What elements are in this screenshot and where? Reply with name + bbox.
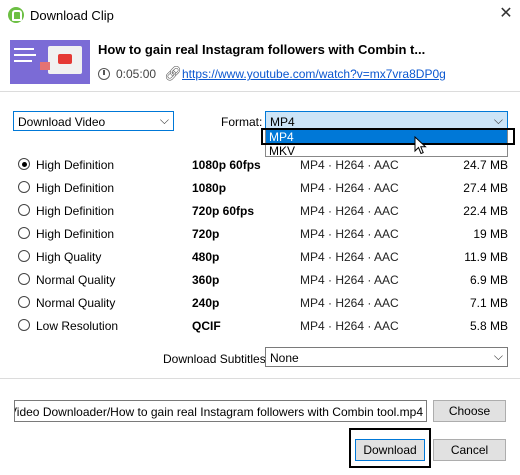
subtitles-value: None [270, 351, 299, 365]
quality-option-row[interactable]: Normal Quality 360p MP4 · H264 · AAC 6.9 MB [0, 270, 520, 290]
quality-codec: MP4 · H264 · AAC [300, 204, 399, 218]
quality-size: 27.4 MB [463, 181, 508, 195]
title-bar: Download Clip ✕ [0, 0, 520, 30]
quality-size: 24.7 MB [463, 158, 508, 172]
quality-radio[interactable] [18, 250, 30, 262]
clock-icon [98, 68, 110, 80]
quality-radio[interactable] [18, 319, 30, 331]
download-button[interactable]: Download [355, 439, 425, 461]
quality-radio[interactable] [18, 273, 30, 285]
quality-size: 5.8 MB [469, 319, 508, 333]
quality-codec: MP4 · H264 · AAC [300, 296, 399, 310]
mouse-cursor-icon [414, 136, 427, 155]
quality-radio[interactable] [18, 181, 30, 193]
quality-resolution: QCIF [192, 319, 221, 333]
window-title: Download Clip [30, 8, 114, 23]
save-path-value: eos/4K Video Downloader/How to gain real… [15, 405, 423, 419]
quality-name: Low Resolution [36, 319, 119, 333]
save-path-input[interactable]: eos/4K Video Downloader/How to gain real… [14, 400, 427, 422]
quality-option-row[interactable]: Normal Quality 240p MP4 · H264 · AAC 7.1 MB [0, 293, 520, 313]
quality-codec: MP4 · H264 · AAC [300, 273, 399, 287]
quality-name: High Definition [36, 181, 115, 195]
quality-option-row[interactable]: High Definition 720p MP4 · H264 · AAC 19 MB [0, 224, 520, 244]
quality-name: High Definition [36, 158, 115, 172]
quality-radio[interactable] [18, 204, 30, 216]
choose-button[interactable]: Choose [433, 400, 506, 422]
quality-name: Normal Quality [36, 273, 116, 287]
quality-name: Normal Quality [36, 296, 116, 310]
quality-resolution: 480p [192, 250, 220, 264]
chevron-down-icon: ⌵ [493, 349, 503, 363]
video-duration: 0:05:00 [116, 67, 157, 81]
divider [0, 91, 520, 92]
quality-name: High Definition [36, 227, 115, 241]
highlight-box [261, 128, 515, 145]
format-option-mkv[interactable]: MKV [269, 144, 295, 158]
quality-radio[interactable] [18, 158, 30, 170]
video-thumbnail [10, 40, 90, 84]
quality-size: 19 MB [473, 227, 508, 241]
subtitles-label: Download Subtitles: [163, 352, 270, 366]
quality-name: High Quality [36, 250, 102, 264]
video-url-link[interactable]: https://www.youtube.com/watch?v=mx7vra8D… [182, 67, 446, 81]
divider [0, 378, 520, 379]
download-type-value: Download Video [18, 115, 106, 129]
link-icon: 🔗︎ [164, 65, 182, 81]
app-icon [8, 7, 24, 23]
quality-name: High Definition [36, 204, 115, 218]
video-header: How to gain real Instagram followers wit… [0, 30, 520, 88]
quality-codec: MP4 · H264 · AAC [300, 227, 399, 241]
quality-option-row[interactable]: High Definition 1080p MP4 · H264 · AAC 27.4… [0, 178, 520, 198]
quality-resolution: 360p [192, 273, 220, 287]
quality-codec: MP4 · H264 · AAC [300, 181, 399, 195]
quality-option-row[interactable]: High Quality 480p MP4 · H264 · AAC 11.9 MB [0, 247, 520, 267]
quality-size: 22.4 MB [463, 204, 508, 218]
format-label: Format: [221, 115, 263, 129]
quality-resolution: 1080p 60fps [192, 158, 261, 172]
quality-size: 11.9 MB [464, 250, 508, 264]
quality-option-row[interactable]: High Definition 720p 60fps MP4 · H264 · AA… [0, 201, 520, 221]
quality-codec: MP4 · H264 · AAC [300, 319, 399, 333]
quality-option-row[interactable]: High Definition 1080p 60fps MP4 · H264 · A… [0, 155, 520, 175]
quality-resolution: 240p [192, 296, 220, 310]
quality-resolution: 720p 60fps [192, 204, 255, 218]
quality-resolution: 1080p [192, 181, 227, 195]
subtitles-select[interactable]: None ⌵ [265, 347, 508, 367]
video-title: How to gain real Instagram followers wit… [98, 42, 426, 57]
quality-radio[interactable] [18, 296, 30, 308]
quality-resolution: 720p [192, 227, 220, 241]
quality-option-row[interactable]: Low Resolution QCIF MP4 · H264 · AAC 5.8 MB [0, 316, 520, 336]
format-value: MP4 [270, 115, 295, 129]
close-icon[interactable]: ✕ [496, 3, 516, 25]
quality-codec: MP4 · H264 · AAC [300, 158, 399, 172]
download-type-select[interactable]: Download Video ⌵ [13, 111, 174, 131]
quality-radio[interactable] [18, 227, 30, 239]
cancel-button[interactable]: Cancel [433, 439, 506, 461]
quality-size: 6.9 MB [469, 273, 508, 287]
chevron-down-icon: ⌵ [493, 113, 503, 127]
chevron-down-icon: ⌵ [159, 113, 169, 127]
quality-codec: MP4 · H264 · AAC [300, 250, 399, 264]
quality-size: 7.1 MB [469, 296, 508, 310]
